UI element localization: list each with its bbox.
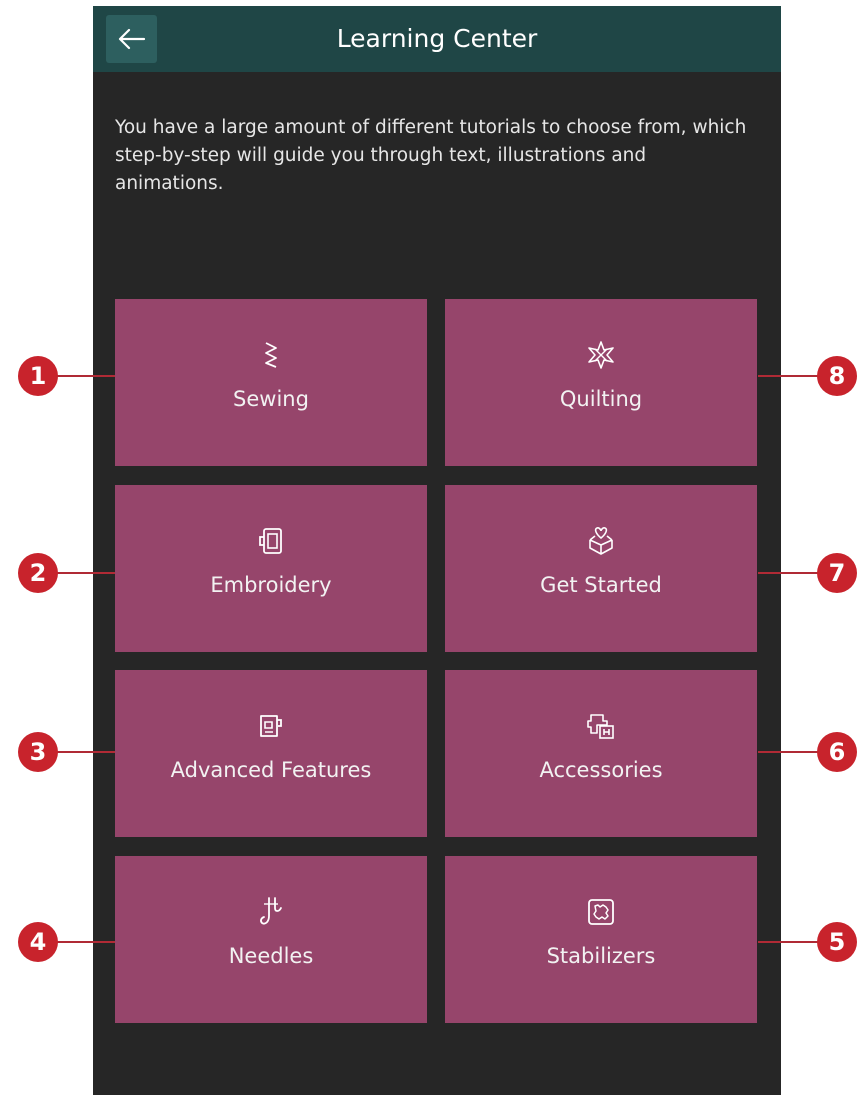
callout-marker: 4 bbox=[18, 922, 58, 962]
stabilizer-icon bbox=[588, 899, 614, 925]
page-title: Learning Center bbox=[336, 24, 538, 53]
callout-marker: 1 bbox=[18, 356, 58, 396]
callout-marker: 8 bbox=[817, 356, 857, 396]
embroidery-hoop-icon bbox=[259, 528, 282, 554]
learning-center-screen: Learning Center You have a large amount … bbox=[93, 6, 781, 1095]
tile-label: Stabilizers bbox=[546, 944, 656, 968]
presser-foot-icon bbox=[587, 714, 614, 739]
callout-marker: 6 bbox=[817, 732, 857, 772]
gift-heart-icon bbox=[589, 527, 613, 555]
description-text: You have a large amount of different tut… bbox=[115, 117, 747, 194]
zigzag-stitch-icon bbox=[265, 342, 277, 368]
tile-needles[interactable]: Needles bbox=[115, 856, 427, 1023]
arrow-left-icon bbox=[118, 28, 146, 50]
tile-quilting[interactable]: Quilting bbox=[445, 299, 757, 466]
callout-marker: 2 bbox=[18, 553, 58, 593]
tile-label: Needles bbox=[228, 944, 314, 968]
tile-get-started[interactable]: Get Started bbox=[445, 485, 757, 652]
tile-label: Embroidery bbox=[210, 573, 332, 597]
tile-label: Quilting bbox=[559, 387, 643, 411]
tile-label: Accessories bbox=[539, 758, 663, 782]
top-bar: Learning Center bbox=[93, 6, 781, 72]
callout-marker: 3 bbox=[18, 732, 58, 772]
tile-sewing[interactable]: Sewing bbox=[115, 299, 427, 466]
tile-stabilizers[interactable]: Stabilizers bbox=[445, 856, 757, 1023]
tile-embroidery[interactable]: Embroidery bbox=[115, 485, 427, 652]
tile-advanced-features[interactable]: Advanced Features bbox=[115, 670, 427, 837]
quilt-star-icon bbox=[588, 341, 614, 369]
tile-label: Get Started bbox=[540, 573, 662, 597]
tile-label: Sewing bbox=[233, 387, 309, 411]
callout-marker: 5 bbox=[817, 922, 857, 962]
tile-label: Advanced Features bbox=[170, 758, 372, 782]
callout-marker: 7 bbox=[817, 553, 857, 593]
needle-icon bbox=[260, 897, 282, 925]
back-button[interactable] bbox=[106, 15, 157, 63]
machine-icon bbox=[260, 715, 282, 737]
tile-accessories[interactable]: Accessories bbox=[445, 670, 757, 837]
